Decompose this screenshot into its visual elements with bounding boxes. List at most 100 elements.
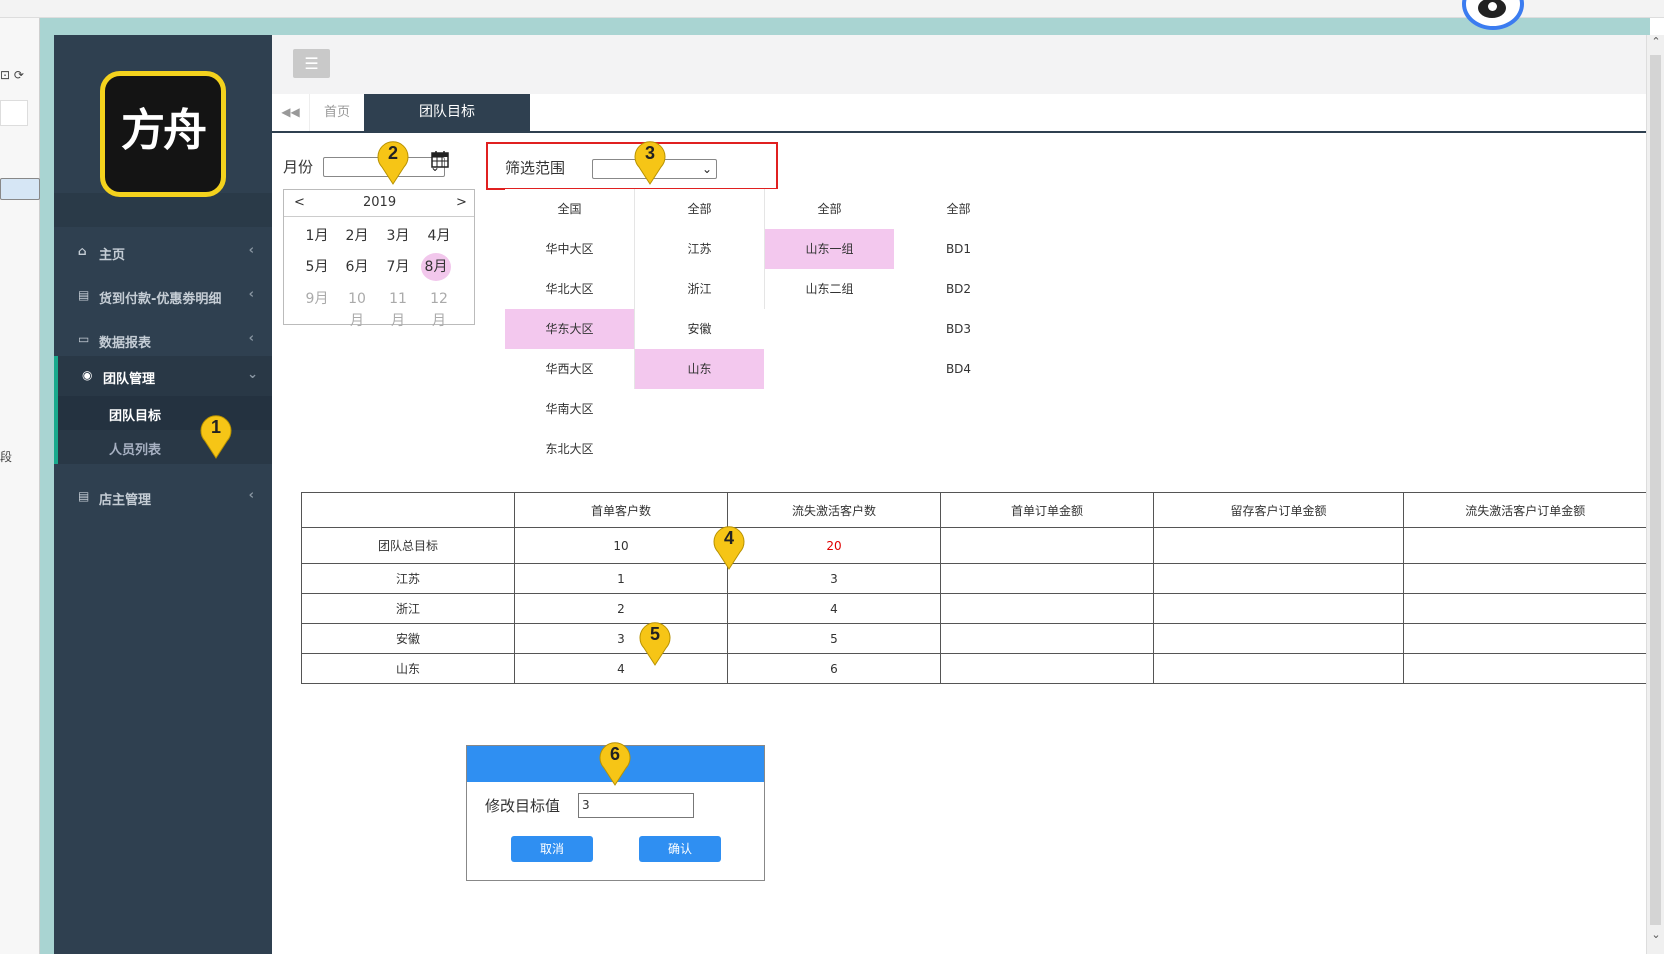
gutter-selected-row[interactable] <box>0 178 40 200</box>
table-row: 浙江 2 4 <box>301 593 1647 624</box>
table-cell-editable[interactable] <box>940 527 1154 564</box>
sidebar-item-team[interactable]: ◉ 团队管理 ⌄ <box>54 356 276 396</box>
sidebar-item-label: 数据报表 <box>99 336 152 351</box>
scroll-thumb[interactable] <box>1650 55 1661 925</box>
annotation-pin-icon: 3 <box>633 139 667 185</box>
cascader-option-selected[interactable]: 华东大区 <box>505 309 634 349</box>
scroll-down-icon[interactable]: ⌄ <box>1649 928 1663 942</box>
cascader-option[interactable]: 华中大区 <box>505 229 634 269</box>
cascader-option[interactable]: 全部 <box>894 189 1023 229</box>
tab-back-button[interactable]: ◀◀ <box>272 94 310 131</box>
table-cell-editable[interactable] <box>940 623 1154 654</box>
month-cell[interactable]: 3月 <box>383 225 413 247</box>
cascader-option[interactable]: 山东二组 <box>765 269 894 309</box>
table-cell-editable[interactable]: 4 <box>514 653 728 684</box>
month-cell[interactable]: 2月 <box>342 225 372 247</box>
table-cell-editable[interactable] <box>1403 527 1647 564</box>
cascader-option[interactable]: 全部 <box>765 189 894 229</box>
table-header: 首单客户数 <box>514 492 728 528</box>
annotation-number: 4 <box>723 528 734 548</box>
table-cell-editable[interactable] <box>940 563 1154 594</box>
table-cell-editable[interactable] <box>1403 623 1647 654</box>
tab-team-goals[interactable]: 团队目标 <box>364 94 530 131</box>
month-cell-disabled: 10月 <box>348 291 366 329</box>
table-cell-editable[interactable] <box>1403 653 1647 684</box>
cascader-option[interactable]: 全国 <box>505 189 634 229</box>
gutter-icons[interactable]: ⊡ ⟳ <box>0 68 24 82</box>
cascader-option[interactable]: 浙江 <box>635 269 764 309</box>
month-cell[interactable]: 6月 <box>342 256 372 278</box>
cascader-option[interactable]: 华南大区 <box>505 389 634 429</box>
bank-icon: ▤ <box>78 288 90 302</box>
table-header <box>301 492 515 528</box>
table-cell-editable[interactable]: 6 <box>727 653 941 684</box>
cascader-option[interactable]: 华北大区 <box>505 269 634 309</box>
table-cell-editable[interactable] <box>940 653 1154 684</box>
table-cell-editable[interactable]: 10 <box>514 527 728 564</box>
month-cell[interactable]: 5月 <box>302 256 332 278</box>
gutter-input[interactable] <box>0 100 28 126</box>
app-logo[interactable]: 方舟 <box>100 71 226 197</box>
table-cell-editable[interactable] <box>1153 653 1404 684</box>
chevron-left-icon: ‹ <box>248 287 254 302</box>
sidebar-item-label: 店主管理 <box>99 493 152 508</box>
month-cell[interactable]: 7月 <box>383 256 413 278</box>
goal-value-input[interactable]: 3 <box>578 793 694 818</box>
row-label: 山东 <box>301 653 515 684</box>
chevron-left-icon: ‹ <box>248 331 254 346</box>
row-label: 团队总目标 <box>301 527 515 564</box>
cascader-option[interactable]: BD4 <box>894 349 1023 389</box>
table-cell-editable[interactable] <box>1153 563 1404 594</box>
table-cell-editable[interactable] <box>1153 623 1404 654</box>
cascader-option[interactable]: 东北大区 <box>505 429 634 469</box>
table-cell-editable[interactable] <box>940 593 1154 624</box>
cascader-option[interactable]: BD1 <box>894 229 1023 269</box>
frame-left-band <box>40 35 54 954</box>
cascader-option[interactable]: BD2 <box>894 269 1023 309</box>
table-cell-editable[interactable] <box>1153 593 1404 624</box>
cascader-option[interactable]: BD3 <box>894 309 1023 349</box>
table-cell-editable[interactable]: 3 <box>727 563 941 594</box>
table-cell-editable[interactable]: 4 <box>727 593 941 624</box>
cascader-option[interactable]: 全部 <box>635 189 764 229</box>
menu-toggle-button[interactable]: ☰ <box>293 49 330 78</box>
prev-year-button[interactable]: < <box>294 195 305 210</box>
cascader-option[interactable]: 华西大区 <box>505 349 634 389</box>
cascader-region-column: 全国 华中大区 华北大区 华东大区 华西大区 华南大区 东北大区 <box>505 189 634 469</box>
annotation-pin-icon: 5 <box>638 620 672 666</box>
cascader-option[interactable]: 安徽 <box>635 309 764 349</box>
tab-home[interactable]: 首页 <box>310 94 364 131</box>
cancel-button[interactable]: 取消 <box>511 836 593 862</box>
month-cell[interactable]: 1月 <box>302 225 332 247</box>
table-cell-editable[interactable]: 3 <box>514 623 728 654</box>
sidebar-subitem-team-goals[interactable]: 团队目标 <box>54 396 272 430</box>
cascader-option[interactable]: 江苏 <box>635 229 764 269</box>
scroll-up-icon[interactable]: ⌃ <box>1649 35 1663 49</box>
sidebar-item-shop-owners[interactable]: ▤ 店主管理 ‹ <box>54 477 272 517</box>
table-cell-editable[interactable] <box>1403 563 1647 594</box>
table-header: 留存客户订单金额 <box>1153 492 1404 528</box>
table-cell-editable[interactable]: 1 <box>514 563 728 594</box>
vertical-scrollbar[interactable]: ⌃ ⌄ <box>1646 35 1664 954</box>
sidebar-item-home[interactable]: ⌂ 主页 ‹ <box>54 232 272 272</box>
sidebar-item-label: 货到付款-优惠劵明细 <box>99 292 222 307</box>
year-label[interactable]: 2019 <box>363 195 396 210</box>
goal-value-label: 修改目标值 <box>485 797 561 815</box>
month-cell[interactable]: 4月 <box>424 225 454 247</box>
annotation-number: 1 <box>210 417 221 437</box>
calendar-icon[interactable] <box>431 150 449 168</box>
sidebar-item-reports[interactable]: ▭ 数据报表 ‹ <box>54 320 272 360</box>
next-year-button[interactable]: > <box>456 195 467 210</box>
month-cell-selected[interactable]: 8月 <box>421 253 451 281</box>
table-cell-editable[interactable]: 5 <box>727 623 941 654</box>
confirm-button[interactable]: 确认 <box>639 836 721 862</box>
cascader-option-selected[interactable]: 山东一组 <box>765 229 894 269</box>
sidebar-subitem-member-list[interactable]: 人员列表 <box>54 430 272 464</box>
table-cell-editable[interactable] <box>1153 527 1404 564</box>
sidebar-item-cod-coupons[interactable]: ▤ 货到付款-优惠劵明细 ‹ <box>54 276 272 316</box>
table-cell-editable[interactable]: 2 <box>514 593 728 624</box>
table-cell-editable[interactable] <box>1403 593 1647 624</box>
table-row: 安徽 3 5 <box>301 623 1647 654</box>
cascader-option-selected[interactable]: 山东 <box>635 349 764 389</box>
table-cell-editable[interactable]: 20 <box>727 527 941 564</box>
